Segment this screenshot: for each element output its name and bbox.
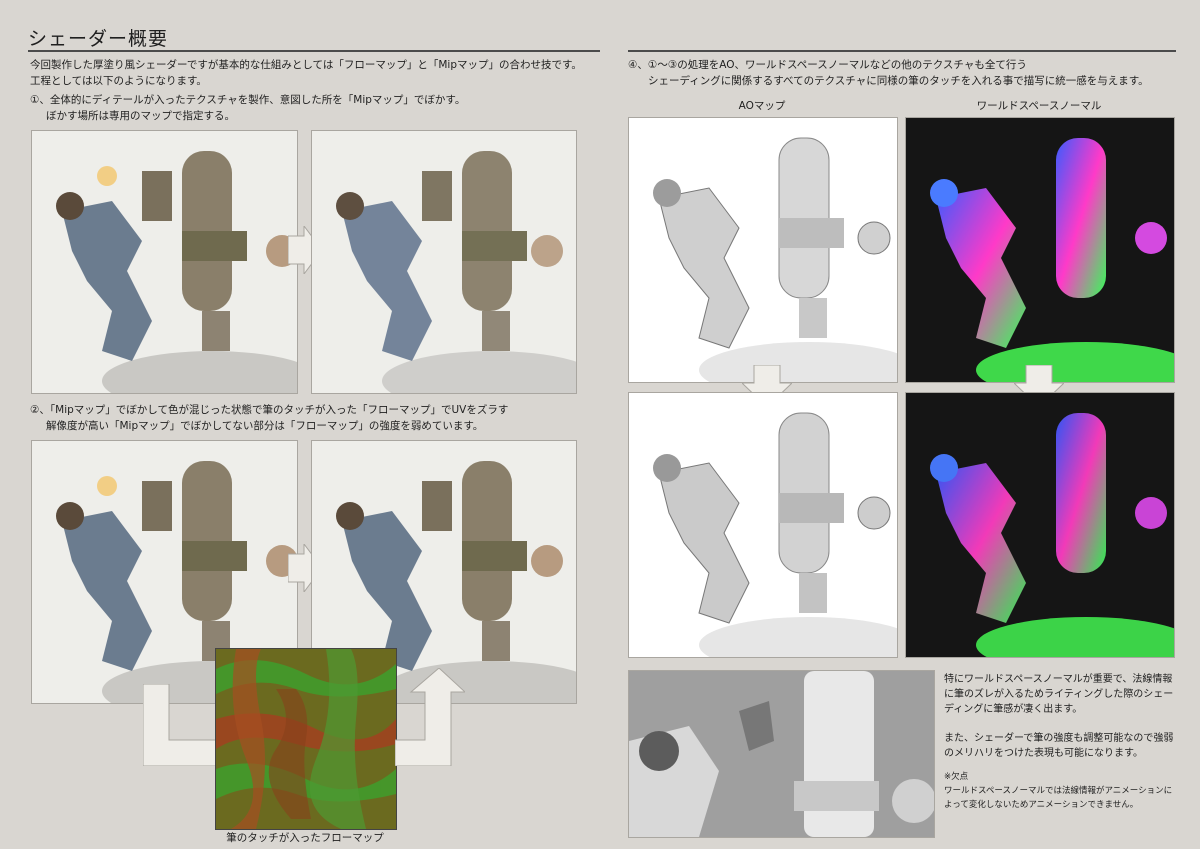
normal-label: ワールドスペースノーマル [976, 100, 1102, 112]
robot-illustration [930, 138, 1174, 382]
world-normal-original [905, 117, 1175, 383]
intro-line-1: 今回製作した厚塗り風シェーダーですが基本的な仕組みとしては「フローマップ」と「M… [30, 59, 582, 71]
title-divider [28, 50, 600, 52]
page-title: シェーダー概要 [28, 28, 169, 50]
defect-title: ※欠点 [944, 772, 969, 782]
ao-map-original [628, 117, 898, 383]
step4-line-1: ④、①～③の処理をAO、ワールドスペースノーマルなどの他のテクスチャも全て行う [628, 59, 1027, 71]
world-normal-brushed [905, 392, 1175, 658]
defect-line-2: よって変化しないためアニメーションできません。 [944, 800, 1139, 810]
step2-line-1: ②、「Mipマップ」でぼかして色が混じった状態で筆のタッチが入った「フローマップ… [30, 404, 509, 416]
flow-arrow-right [395, 668, 465, 766]
robot-illustration [336, 151, 576, 393]
robot-illustration [56, 151, 297, 393]
defect-line-1: ワールドスペースノーマルでは法線情報がアニメーションに [944, 786, 1173, 796]
shaded-closeup-render [628, 670, 935, 838]
note-p2-line-1: また、シェーダーで筆の強度も調整可能なので強弱 [944, 733, 1174, 744]
ao-label: AOマップ [738, 100, 786, 112]
step1-original-render [31, 130, 298, 394]
right-divider [628, 50, 1176, 52]
note-p2-line-2: のメリハリをつけた表現も可能になります。 [944, 748, 1143, 759]
ao-map-brushed [628, 392, 898, 658]
step1-line-2: ぼかす場所は専用のマップで指定する。 [46, 110, 235, 122]
note-p1-line-2: に筆のズレが入るためライティングした際のシェー [944, 689, 1174, 700]
step4-line-2: シェーディングに関係するすべてのテクスチャに同様の筆のタッチを入れる事で描写に統… [648, 75, 1149, 87]
notes: 特にワールドスペースノーマルが重要で、法線情報 に筆のズレが入るためライティング… [944, 672, 1173, 812]
robot-illustration [930, 413, 1174, 657]
step1-line-1: ①、全体的にディテールが入ったテクスチャを製作、意図した所を「Mipマップ」でぼ… [30, 94, 466, 106]
robot-illustration [653, 412, 897, 657]
note-p1-line-1: 特にワールドスペースノーマルが重要で、法線情報 [944, 674, 1173, 685]
note-p1-line-3: ディングに筆感が凄く出ます。 [944, 704, 1083, 715]
step1-blurred-render [311, 130, 577, 394]
flowmap-texture [215, 648, 397, 830]
step2-line-2: 解像度が高い「Mipマップ」でぼかしてない部分は「フローマップ」の強度を弱めてい… [46, 420, 484, 432]
flowmap-caption: 筆のタッチが入ったフローマップ [226, 832, 384, 844]
intro-line-2: 工程としては以下のようになります。 [30, 75, 207, 87]
flow-arrow-left [143, 684, 221, 766]
robot-illustration [653, 137, 897, 382]
robot-illustration [629, 671, 934, 837]
